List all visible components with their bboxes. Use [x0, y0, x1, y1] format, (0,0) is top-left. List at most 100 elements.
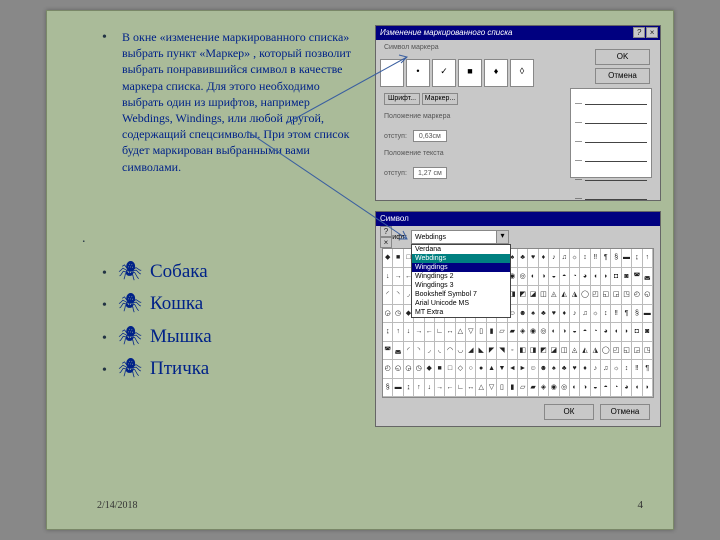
marker-thumb[interactable]: ■ [458, 59, 482, 87]
symbol-cell[interactable]: ◎ [560, 379, 570, 398]
symbol-cancel-button[interactable]: Отмена [600, 404, 650, 420]
symbol-cell[interactable]: ◟ [435, 342, 445, 361]
symbol-cell[interactable]: ◲ [632, 342, 642, 361]
symbol-cell[interactable]: ◕ [622, 379, 632, 398]
symbol-cell[interactable]: ♪ [549, 249, 559, 268]
symbol-cell[interactable]: ↕ [622, 360, 632, 379]
symbol-cell[interactable]: ◆ [425, 360, 435, 379]
symbol-cell[interactable]: ▯ [476, 323, 486, 342]
symbol-cell[interactable]: ♦ [560, 305, 570, 324]
font-option[interactable]: Arial Unicode MS [412, 299, 510, 308]
symbol-cell[interactable]: ◄ [508, 360, 518, 379]
symbol-cell[interactable]: ◜ [383, 286, 393, 305]
symbol-cell[interactable]: ∟ [456, 379, 466, 398]
symbol-cell[interactable]: ► [518, 360, 528, 379]
symbol-cell[interactable]: ◭ [560, 286, 570, 305]
symbol-cell[interactable]: ◒ [591, 379, 601, 398]
symbol-cell[interactable]: ◳ [643, 342, 653, 361]
symbol-cell[interactable]: ◫ [560, 342, 570, 361]
symbol-cell[interactable]: ◑ [580, 379, 590, 398]
symbol-cell[interactable]: ↓ [383, 268, 393, 287]
symbol-cell[interactable]: ◚ [383, 342, 393, 361]
symbol-cell[interactable]: ☼ [611, 360, 621, 379]
symbol-cell[interactable]: ◑ [539, 268, 549, 287]
symbol-cell[interactable]: ◕ [580, 268, 590, 287]
symbol-cell[interactable]: ¶ [643, 360, 653, 379]
symbol-cell[interactable]: ◗ [643, 379, 653, 398]
font-button[interactable]: Шрифт... [384, 93, 420, 105]
symbol-cell[interactable]: ◮ [591, 342, 601, 361]
close-icon[interactable]: × [380, 237, 392, 248]
symbol-cell[interactable]: ◬ [549, 286, 559, 305]
symbol-cell[interactable]: ◵ [643, 286, 653, 305]
symbol-cell[interactable]: ◷ [393, 305, 403, 324]
symbol-cell[interactable]: ◎ [539, 323, 549, 342]
symbol-cell[interactable]: ♣ [518, 249, 528, 268]
symbol-cell[interactable]: ♠ [528, 305, 538, 324]
font-option[interactable]: Verdana [412, 245, 510, 254]
symbol-cell[interactable]: ◩ [518, 286, 528, 305]
symbol-cell[interactable]: ← [445, 379, 455, 398]
symbol-cell[interactable]: ◘ [632, 323, 642, 342]
symbol-cell[interactable]: ♦ [539, 249, 549, 268]
symbol-cell[interactable]: ↕ [601, 305, 611, 324]
symbol-cell[interactable]: ■ [435, 360, 445, 379]
symbol-cell[interactable]: ◐ [549, 323, 559, 342]
symbol-cell[interactable]: ♫ [601, 360, 611, 379]
symbol-cell[interactable]: ◮ [570, 286, 580, 305]
symbol-cell[interactable]: ↑ [414, 379, 424, 398]
symbol-cell[interactable]: ◯ [601, 342, 611, 361]
symbol-cell[interactable]: ◇ [456, 360, 466, 379]
symbol-cell[interactable]: ◴ [383, 360, 393, 379]
symbol-cell[interactable]: ■ [393, 249, 403, 268]
symbol-cell[interactable]: ▰ [508, 323, 518, 342]
symbol-cell[interactable]: ◉ [528, 323, 538, 342]
symbol-cell[interactable]: ↓ [404, 323, 414, 342]
symbol-cell[interactable]: ▬ [622, 249, 632, 268]
symbol-cell[interactable]: ◣ [476, 342, 486, 361]
symbol-cell[interactable]: ▱ [518, 379, 528, 398]
symbol-cell[interactable]: ◙ [622, 268, 632, 287]
symbol-cell[interactable]: ◔ [611, 379, 621, 398]
symbol-cell[interactable]: ▰ [528, 379, 538, 398]
symbol-cell[interactable]: ◈ [539, 379, 549, 398]
symbol-cell[interactable]: ◐ [570, 379, 580, 398]
help-icon[interactable]: ? [380, 226, 392, 237]
symbol-cell[interactable]: § [383, 379, 393, 398]
marker-thumb[interactable]: ♦ [484, 59, 508, 87]
symbol-cell[interactable]: ◞ [425, 342, 435, 361]
symbol-cell[interactable]: ↔ [466, 379, 476, 398]
symbol-cell[interactable]: ◳ [622, 286, 632, 305]
symbol-cell[interactable]: ◰ [591, 286, 601, 305]
symbol-cell[interactable]: ◛ [393, 342, 403, 361]
symbol-cell[interactable]: ☼ [591, 305, 601, 324]
symbol-cell[interactable]: ♠ [549, 360, 559, 379]
symbol-ok-button[interactable]: ОК [544, 404, 594, 420]
symbol-cell[interactable]: ◑ [560, 323, 570, 342]
symbol-cell[interactable]: ◤ [487, 342, 497, 361]
symbol-cell[interactable]: ◉ [549, 379, 559, 398]
symbol-cell[interactable]: ☻ [539, 360, 549, 379]
symbol-cell[interactable]: △ [456, 323, 466, 342]
symbol-cell[interactable]: ◈ [518, 323, 528, 342]
symbol-cell[interactable]: ▮ [508, 379, 518, 398]
symbol-cell[interactable]: ◵ [393, 360, 403, 379]
symbol-cell[interactable]: ◪ [549, 342, 559, 361]
marker-thumb[interactable]: • [406, 59, 430, 87]
symbol-cell[interactable]: ♫ [560, 249, 570, 268]
symbol-cell[interactable]: ▼ [497, 360, 507, 379]
font-dropdown[interactable]: Webdings ▾ VerdanaWebdingsWingdingsWingd… [411, 230, 509, 244]
symbol-cell[interactable]: ◡ [456, 342, 466, 361]
font-dropdown-list[interactable]: VerdanaWebdingsWingdingsWingdings 2Wingd… [411, 244, 511, 318]
symbol-cell[interactable]: ◎ [518, 268, 528, 287]
symbol-cell[interactable]: ◘ [611, 268, 621, 287]
symbol-cell[interactable]: ↨ [632, 249, 642, 268]
close-icon[interactable]: × [646, 27, 658, 38]
indent2-input[interactable]: 1,27 см [413, 167, 447, 179]
symbol-cell[interactable]: → [393, 268, 403, 287]
symbol-cell[interactable]: □ [445, 360, 455, 379]
symbol-cell[interactable]: ◓ [601, 379, 611, 398]
symbol-cell[interactable]: ☼ [570, 249, 580, 268]
symbol-cell[interactable]: ▯ [497, 379, 507, 398]
symbol-cell[interactable]: ↨ [404, 379, 414, 398]
